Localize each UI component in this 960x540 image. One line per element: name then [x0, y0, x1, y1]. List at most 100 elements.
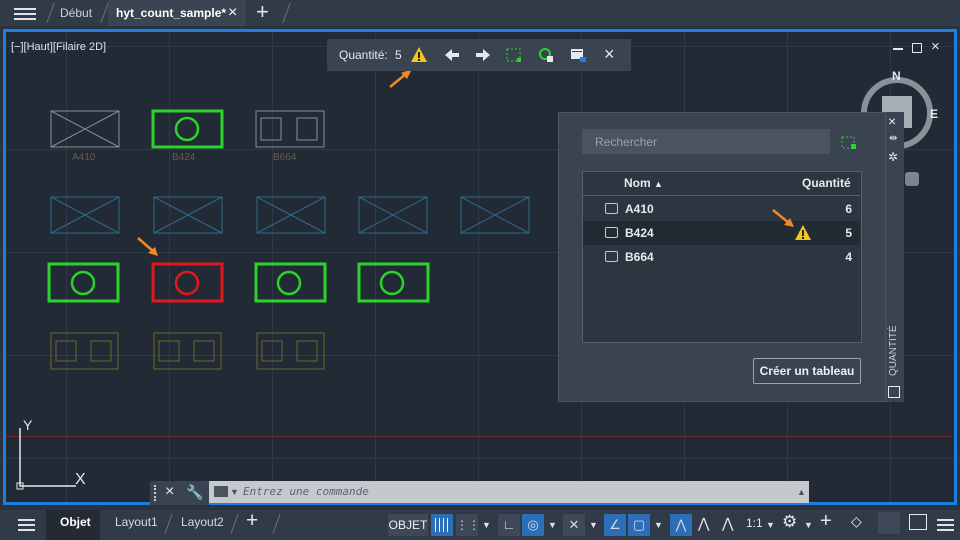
block-row-a410[interactable] [50, 196, 532, 234]
new-layout-icon[interactable]: + [246, 509, 258, 533]
close-tab-icon[interactable]: × [228, 0, 237, 26]
command-history-icon[interactable]: ▲ [797, 487, 806, 497]
column-header-count[interactable]: Quantité [802, 176, 851, 190]
chevron-down-icon[interactable]: ▼ [654, 520, 663, 530]
command-prompt-icon[interactable] [214, 486, 228, 497]
ortho-toggle-icon[interactable]: ∟ [498, 514, 520, 536]
row-name: B664 [625, 250, 654, 264]
snap-toggle-icon[interactable]: ⋮⋮ [456, 514, 480, 536]
select-area-icon[interactable] [505, 46, 523, 64]
file-tab-bar: Début hyt_count_sample* × + [0, 0, 960, 26]
count-label: Quantité: 5 [339, 48, 402, 62]
close-command-icon[interactable]: × [165, 483, 174, 501]
customize-menu-icon[interactable] [937, 516, 954, 534]
menu-icon[interactable] [14, 5, 36, 21]
chevron-down-icon[interactable]: ▼ [548, 520, 557, 530]
close-palette-icon[interactable]: × [888, 113, 896, 129]
fullscreen-icon[interactable] [909, 514, 927, 530]
annotation-scale-value[interactable]: 1:1 [746, 516, 763, 530]
block-caption-b664: B664 [273, 152, 297, 163]
warning-icon[interactable] [410, 46, 428, 64]
block-b424[interactable] [151, 109, 224, 149]
row-count: 4 [845, 250, 852, 264]
menu-icon[interactable] [18, 516, 35, 534]
tab-model[interactable]: Objet [60, 515, 91, 529]
object-snap-tracking-icon[interactable]: ∠ [604, 514, 626, 536]
block-row-b424[interactable] [47, 262, 432, 304]
block-caption-a410: A410 [72, 152, 96, 163]
chevron-down-icon[interactable]: ▼ [230, 487, 239, 497]
annotation-scale-icon[interactable]: ⋀ [722, 515, 733, 532]
insert-table-icon[interactable] [569, 46, 587, 64]
object-snap-icon[interactable]: ▢ [628, 514, 650, 536]
table-header-divider [583, 195, 860, 196]
count-palette-icon[interactable] [888, 386, 900, 398]
table-row[interactable]: B424 5 [583, 221, 860, 245]
table-row[interactable]: B664 4 [583, 245, 860, 269]
drag-handle-icon[interactable] [154, 485, 159, 501]
properties-gear-icon[interactable]: ✲ [888, 150, 898, 164]
minimize-icon[interactable] [893, 48, 903, 50]
command-placeholder: Entrez une commande [243, 485, 369, 498]
model-space-button[interactable]: OBJET [388, 514, 428, 536]
command-input[interactable]: ▼ Entrez une commande ▲ [209, 481, 809, 503]
x-axis-line [6, 436, 951, 437]
tab-divider [46, 3, 55, 23]
quick-properties-icon[interactable] [878, 512, 900, 534]
isometric-icon[interactable]: ✕ [563, 514, 585, 536]
block-icon [605, 251, 618, 262]
workspace-gear-icon[interactable]: ⚙ [782, 512, 797, 532]
row-count: 5 [845, 226, 852, 240]
block-row-b664[interactable] [50, 332, 326, 370]
tab-layout2[interactable]: Layout2 [181, 515, 224, 529]
wcs-menu-icon[interactable] [905, 172, 919, 186]
zoom-object-icon[interactable] [537, 46, 555, 64]
add-icon[interactable]: + [820, 510, 832, 533]
block-caption-b424: B424 [172, 152, 196, 163]
command-line-handle[interactable]: × 🔧 [150, 481, 209, 505]
annotation-arrow [137, 237, 158, 256]
close-toolbar-icon[interactable]: × [604, 44, 615, 65]
auto-scale-icon[interactable]: ⋀ [698, 515, 709, 532]
block-a410[interactable] [50, 110, 120, 148]
restore-icon[interactable] [912, 43, 922, 53]
block-b664[interactable] [255, 110, 325, 148]
tab-label: hyt_count_sample* [116, 6, 227, 20]
tab-divider [282, 3, 291, 23]
isolate-objects-icon[interactable]: ◇ [851, 513, 862, 530]
table-row[interactable]: A410 6 [583, 197, 860, 221]
new-tab-icon[interactable]: + [256, 0, 269, 24]
polar-tracking-icon[interactable]: ◎ [522, 514, 544, 536]
select-area-icon[interactable] [840, 134, 858, 152]
previous-arrow-icon[interactable] [443, 46, 461, 64]
create-table-button[interactable]: Créer un tableau [753, 358, 861, 384]
ucs-x-label: X [75, 471, 86, 488]
tab-hyt-count-sample[interactable]: hyt_count_sample* × [108, 0, 246, 26]
chevron-down-icon[interactable]: ▼ [482, 520, 491, 530]
compass-north-label: N [892, 69, 901, 83]
row-name: A410 [625, 202, 654, 216]
count-toolbar: Quantité: 5 × [327, 39, 631, 71]
close-viewport-icon[interactable]: × [931, 38, 940, 55]
customize-wrench-icon[interactable]: 🔧 [186, 484, 203, 501]
row-count: 6 [845, 202, 852, 216]
tab-start[interactable]: Début [60, 0, 100, 26]
annotation-visibility-icon[interactable]: ⋀ [670, 514, 692, 536]
grid-toggle-icon[interactable] [431, 514, 453, 536]
next-arrow-icon[interactable] [474, 46, 492, 64]
tab-layout1[interactable]: Layout1 [115, 515, 158, 529]
auto-hide-icon[interactable]: ⇹ [889, 133, 897, 144]
block-icon [605, 227, 618, 238]
row-name: B424 [625, 226, 654, 240]
search-input[interactable]: Rechercher [582, 129, 830, 154]
chevron-down-icon[interactable]: ▼ [766, 520, 775, 530]
annotation-arrow [772, 209, 794, 227]
palette-title-vertical: QUANTITÉ [888, 325, 899, 376]
ucs-y-label: Y [23, 417, 33, 433]
viewport-controls-label[interactable]: [−][Haut][Filaire 2D] [11, 41, 106, 53]
block-icon [605, 203, 618, 214]
chevron-down-icon[interactable]: ▼ [589, 520, 598, 530]
column-header-name[interactable]: Nom ▲ [624, 176, 663, 190]
chevron-down-icon[interactable]: ▼ [804, 520, 813, 530]
compass-east-label: E [930, 107, 939, 121]
